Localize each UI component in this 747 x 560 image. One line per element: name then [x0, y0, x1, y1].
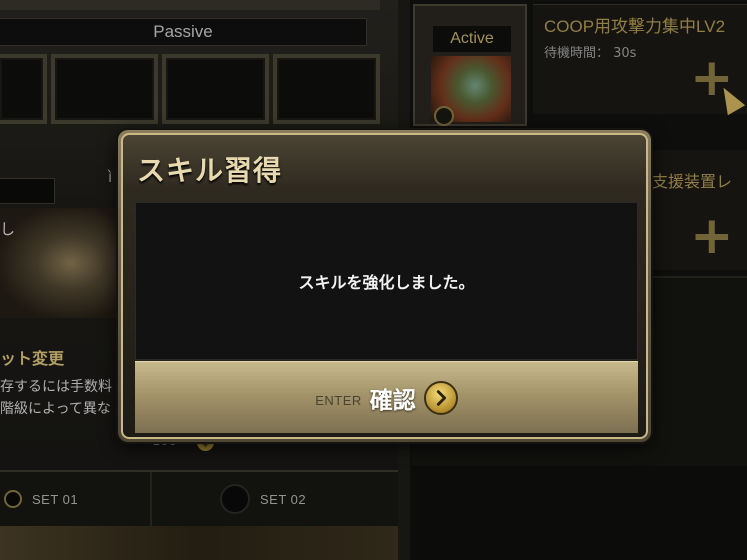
confirm-label: 確認	[369, 387, 416, 414]
chevron-right-icon	[423, 380, 458, 415]
dialog-frame: スキル習得 スキルを強化しました。 ENTER 確認	[121, 133, 648, 439]
dialog-title: スキル習得	[137, 154, 283, 187]
confirm-button[interactable]: ENTER 確認	[135, 361, 638, 433]
dialog-body: スキルを強化しました。	[135, 202, 638, 360]
enter-key-hint: ENTER	[315, 393, 362, 408]
dialog-message: スキルを強化しました。	[298, 273, 475, 292]
skill-acquire-dialog: スキル習得 スキルを強化しました。 ENTER 確認	[118, 130, 651, 442]
